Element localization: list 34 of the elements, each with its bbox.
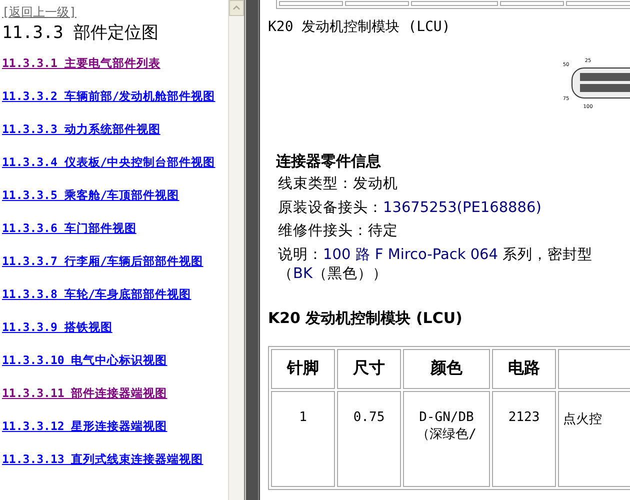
table-cell: 2123 — [492, 390, 556, 486]
section-link[interactable]: 11.3.3.2 车辆前部/发动机舱部件视图 — [2, 88, 216, 104]
info-line: 原装设备接头：13675253(PE168886) — [278, 198, 542, 218]
column-header: 尺寸 — [337, 348, 401, 388]
table-cell: 点火控 — [558, 390, 630, 486]
section-link[interactable]: 11.3.3.6 车门部件视图 — [2, 220, 136, 236]
section-heading: 连接器零件信息 — [276, 152, 381, 171]
section-link[interactable]: 11.3.3.1 主要电气部件列表 — [2, 55, 160, 71]
section-link[interactable]: 11.3.3.11 部件连接器端视图 — [2, 385, 168, 401]
info-line: 说明：100 路 F Mirco-Pack 064 系列，密封型（BK（黑色）） — [278, 246, 594, 284]
page-title: 11.3.3 部件定位图 — [2, 22, 160, 44]
column-header: 针脚 — [271, 348, 335, 388]
table-cell: 0.75 — [337, 390, 401, 486]
column-header — [558, 348, 630, 388]
section-link[interactable]: 11.3.3.9 搭铁视图 — [2, 319, 112, 335]
section-link[interactable]: 11.3.3.8 车轮/车身底部部件视图 — [2, 286, 192, 302]
info-line: 线束类型：发动机 — [278, 175, 399, 194]
column-header: 颜色 — [403, 348, 490, 388]
table-title: K20 发动机控制模块 (LCU) — [268, 308, 462, 328]
scrollbar[interactable] — [228, 0, 244, 500]
section-link[interactable]: 11.3.3.13 直列式线束连接器端视图 — [2, 451, 204, 467]
info-line: 维修件接头：待定 — [278, 222, 399, 241]
scroll-up-button[interactable] — [229, 0, 244, 16]
back-link[interactable]: [返回上一级] — [2, 4, 76, 21]
section-link[interactable]: 11.3.3.5 乘客舱/车顶部件视图 — [2, 187, 180, 203]
column-header: 电路 — [492, 348, 556, 388]
table-cell: D-GN/DB（深绿色/ — [403, 390, 490, 486]
section-link[interactable]: 11.3.3.7 行李厢/车辆后部部件视图 — [2, 253, 204, 269]
section-link[interactable]: 11.3.3.10 电气中心标识视图 — [2, 352, 168, 368]
table-cell: 1 — [271, 390, 335, 486]
connector-heading: K20 发动机控制模块 (LCU) — [268, 18, 450, 36]
section-link[interactable]: 11.3.3.4 仪表板/中央控制台部件视图 — [2, 154, 216, 170]
section-link[interactable]: 11.3.3.12 星形连接器端视图 — [2, 418, 168, 434]
section-link[interactable]: 11.3.3.3 动力系统部件视图 — [2, 121, 160, 137]
